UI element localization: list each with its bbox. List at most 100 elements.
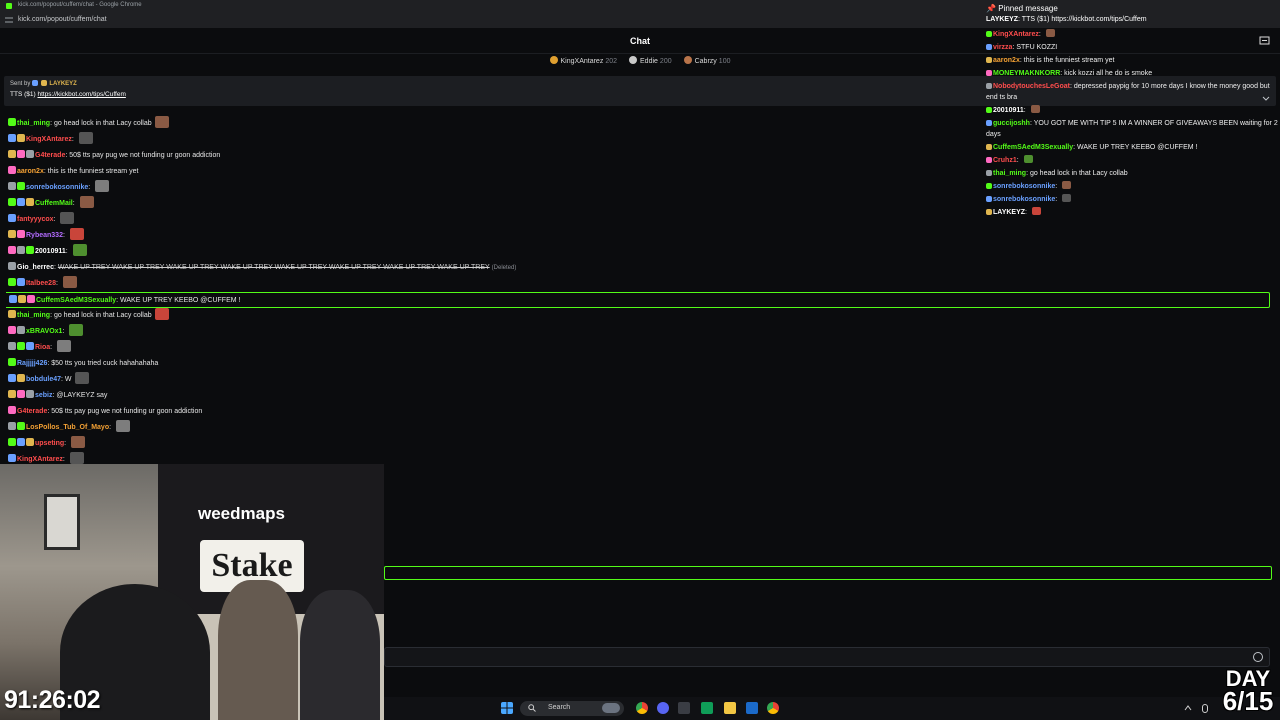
chat-username[interactable]: G4terade [35,152,65,159]
steam-icon[interactable] [746,702,758,714]
overlay-text: kick kozzi all he do is smoke [1064,70,1153,77]
chat-message[interactable]: upseting: [6,436,1274,452]
emoji-icon[interactable] [1253,652,1263,662]
overlay-username: MONEYMAKNKORR [993,70,1061,77]
chrome-icon[interactable] [636,702,648,714]
chat-message[interactable]: 20010911: [6,244,1274,260]
chat-username[interactable]: xBRAVOx1 [26,328,62,335]
user-badge-icon [9,295,17,303]
user-badge-icon [8,214,16,222]
chat-username[interactable]: sonrebokosonnike [26,184,88,191]
emote-icon [116,420,130,432]
chat-username[interactable]: Gio_herrec [17,264,54,271]
person-right [300,590,380,720]
user-badge-icon [26,198,34,206]
crown-badge-icon [40,80,47,86]
user-badge-icon [986,183,992,189]
chat-username[interactable]: fantyyycox [17,216,54,223]
chat-text: W [64,376,72,383]
windows-start-icon[interactable] [501,702,513,714]
chat-message[interactable]: Rioa: [6,340,1274,356]
chat-username[interactable]: LosPollos_Tub_Of_Mayo [26,424,109,431]
chat-username[interactable]: Rioa [35,344,50,351]
chat-username[interactable]: CuffemMail [35,200,73,207]
chat-username[interactable]: CuffemSAedM3Sexually [36,297,116,304]
chat-text: 50$ tts pay pug we not funding ur goon a… [51,408,203,415]
chat-username[interactable]: thai_ming [17,120,50,127]
site-settings-icon[interactable] [5,16,13,24]
gifter-rank-icon [683,56,692,64]
chat-username[interactable]: Rybean332 [26,232,63,239]
chat-username[interactable]: Rajjjjj426 [17,360,47,367]
emote-icon [95,180,110,192]
chat-message[interactable]: xBRAVOx1: [6,324,1274,340]
chat-message[interactable]: bobdule47: W [6,372,1274,388]
chat-message[interactable]: Gio_herrec: WAKE UP TREY WAKE UP TREY WA… [6,260,1274,276]
chat-text: go head lock in that Lacy collab [53,312,152,319]
overlay-text: go head lock in that Lacy collab [1029,170,1128,177]
chrome-active-icon[interactable] [767,702,779,714]
chat-username[interactable]: G4terade [17,408,47,415]
chat-text: @LAYKEYZ say [56,392,108,399]
chat-username[interactable]: KingXAntarez [26,136,72,143]
chat-message[interactable]: Italbee28: [6,276,1274,292]
user-badge-icon [8,166,16,174]
chat-settings-icon[interactable] [1259,36,1270,45]
chat-message[interactable]: LosPollos_Tub_Of_Mayo: [6,420,1274,436]
chat-username[interactable]: bobdule47 [26,376,61,383]
user-badge-icon [986,70,992,76]
chat-message[interactable]: sebiz: @LAYKEYZ say [6,388,1274,404]
chat-message[interactable]: Rajjjjj426: $50 tts you tried cuck hahah… [6,356,1274,372]
chevron-down-icon[interactable] [1262,96,1270,102]
app-icon[interactable] [678,702,690,714]
chat-message[interactable]: thai_ming: go head lock in that Lacy col… [6,308,1274,324]
chat-username[interactable]: upseting [35,440,64,447]
tts-sender[interactable]: LAYKEYZ [49,81,76,87]
chevron-up-icon[interactable] [1184,704,1192,712]
top-gifter[interactable]: Cabrzy 100 [683,56,730,65]
top-gifter[interactable]: Eddie 200 [629,56,672,65]
overlay-chat-message: LAYKEYZ: [986,206,1278,219]
user-badge-icon [986,83,992,89]
discord-icon[interactable] [657,702,669,714]
emote-icon [1062,194,1072,202]
wall-picture [44,494,80,550]
user-badge-icon [8,118,16,126]
overlay-username: NobodytouchesLeGoat [993,83,1071,90]
pin-icon: 📌 [986,4,996,13]
user-badge-icon [986,196,992,202]
chat-username[interactable]: KingXAntarez [17,456,63,463]
user-badge-icon [26,342,34,350]
user-badge-icon [8,406,16,414]
microphone-icon[interactable] [1202,704,1208,713]
user-badge-icon [8,150,16,158]
emote-icon [71,436,86,448]
search-highlight-icon [602,703,620,713]
user-badge-icon [8,438,16,446]
terminal-icon[interactable] [701,702,713,714]
user-badge-icon [8,326,16,334]
gifter-name: Cabrzy [694,58,717,65]
chat-username[interactable]: Italbee28 [26,280,56,287]
chat-message[interactable]: KingXAntarez: [6,452,1274,464]
chat-input[interactable] [384,647,1270,667]
chat-message[interactable]: Rybean332: [6,228,1274,244]
user-badge-icon [986,144,992,150]
top-gifter[interactable]: KingXAntarez 202 [549,56,617,65]
chat-username[interactable]: sebiz [35,392,53,399]
file-explorer-icon[interactable] [724,702,736,714]
chat-message[interactable]: G4terade: 50$ tts pay pug we not funding… [6,404,1274,420]
chat-username[interactable]: thai_ming [17,312,50,319]
overlay-text: YOU GOT ME WITH TIP 5 IM A WINNER OF GIV… [986,120,1278,138]
person-middle [218,580,298,720]
user-badge-icon [26,390,34,398]
tts-link[interactable]: https://kickbot.com/tips/Cuffem [37,91,125,98]
emote-icon [57,340,72,352]
weedmaps-logo: weedmaps [198,504,285,523]
chat-reply-field[interactable] [384,566,1272,580]
user-badge-icon [27,295,35,303]
chat-username[interactable]: 20010911 [35,248,66,255]
url-text[interactable]: kick.com/popout/cuffem/chat [18,16,107,23]
chat-message[interactable]: CuffemSAedM3Sexually: WAKE UP TREY KEEBO… [6,292,1270,308]
chat-username[interactable]: aaron2x [17,168,44,175]
